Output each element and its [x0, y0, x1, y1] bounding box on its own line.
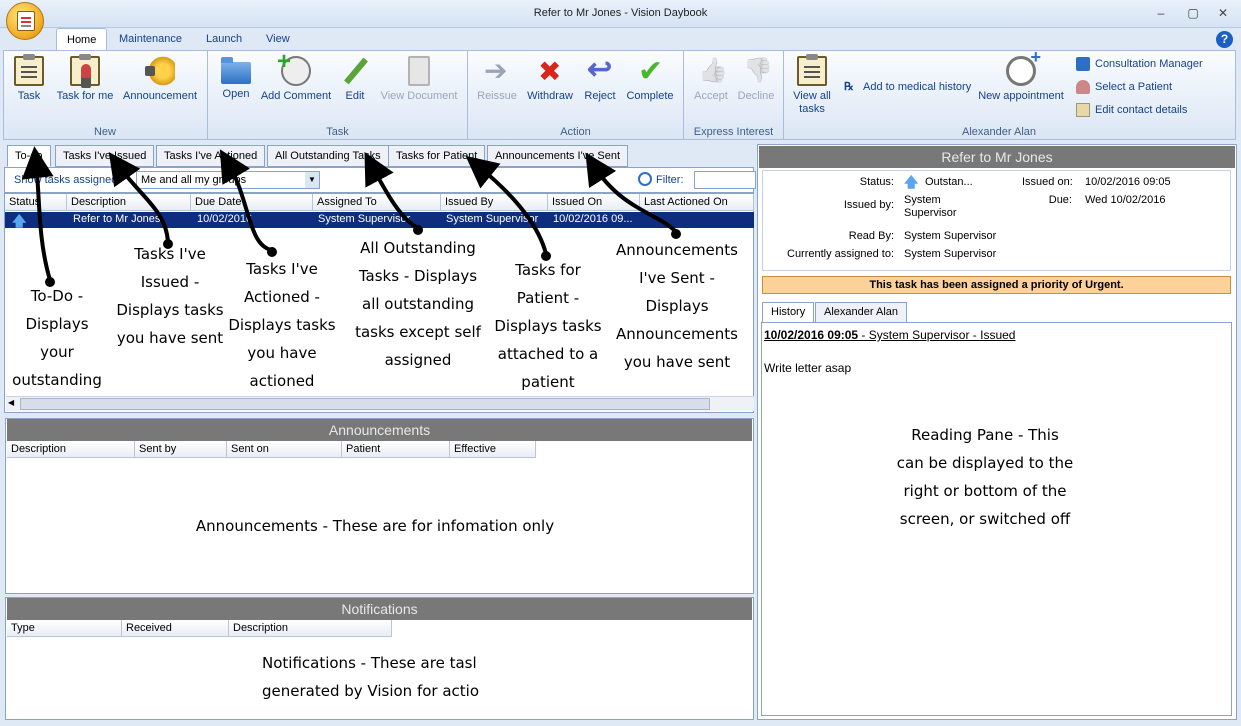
- arrow-actioned: [219, 149, 273, 252]
- notepad-icon: [17, 11, 35, 31]
- arrow-sent: [585, 152, 678, 234]
- annotation-arrows: [21, 146, 681, 287]
- application-menu-button[interactable]: [6, 2, 44, 40]
- arrow-outstanding: [364, 151, 420, 230]
- arrow-todo: [21, 146, 54, 281]
- arrow-patient: [465, 155, 548, 255]
- arrow-issued: [108, 151, 170, 243]
